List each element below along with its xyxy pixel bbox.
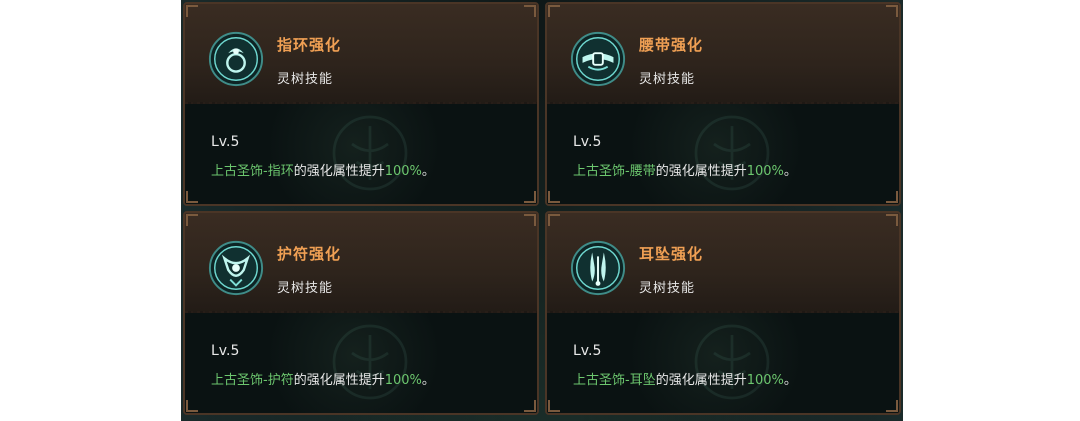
desc-value: 100%	[384, 373, 422, 388]
skill-title: 护符强化	[277, 245, 342, 263]
desc-value: 100%	[746, 164, 784, 179]
amulet-icon	[208, 240, 264, 296]
card-body	[185, 313, 537, 413]
desc-item: 上古圣饰-腰带	[573, 164, 656, 179]
skill-description: 上古圣饰-护符的强化属性提升100%。	[211, 369, 435, 388]
skill-description: 上古圣饰-指环的强化属性提升100%。	[211, 160, 435, 179]
skill-level: Lv.5	[211, 343, 240, 359]
skill-card-earring[interactable]: 耳坠强化 灵树技能 Lv.5 上古圣饰-耳坠的强化属性提升100%。	[545, 211, 901, 415]
desc-value: 100%	[384, 164, 422, 179]
skill-subtitle: 灵树技能	[639, 281, 696, 296]
desc-item: 上古圣饰-指环	[211, 164, 294, 179]
desc-mid: 的强化属性提升	[655, 373, 747, 388]
card-body	[547, 104, 899, 204]
card-body	[185, 104, 537, 204]
desc-mid: 的强化属性提升	[293, 164, 385, 179]
desc-end: 。	[783, 164, 797, 179]
skill-title: 耳坠强化	[639, 245, 704, 263]
tree-watermark-icon	[694, 324, 770, 400]
skill-level: Lv.5	[573, 134, 602, 150]
desc-mid: 的强化属性提升	[655, 164, 747, 179]
tree-watermark-icon	[332, 115, 408, 191]
skill-subtitle: 灵树技能	[277, 281, 334, 296]
desc-end: 。	[783, 373, 797, 388]
skill-description: 上古圣饰-耳坠的强化属性提升100%。	[573, 369, 797, 388]
skill-title: 指环强化	[277, 36, 342, 54]
skill-card-belt[interactable]: 腰带强化 灵树技能 Lv.5 上古圣饰-腰带的强化属性提升100%。	[545, 2, 901, 206]
ring-icon	[208, 31, 264, 87]
desc-item: 上古圣饰-耳坠	[573, 373, 656, 388]
earring-icon	[570, 240, 626, 296]
belt-icon	[570, 31, 626, 87]
tree-watermark-icon	[694, 115, 770, 191]
skill-level: Lv.5	[211, 134, 240, 150]
tree-watermark-icon	[332, 324, 408, 400]
skill-card-amulet[interactable]: 护符强化 灵树技能 Lv.5 上古圣饰-护符的强化属性提升100%。	[183, 211, 539, 415]
desc-end: 。	[421, 164, 435, 179]
skill-subtitle: 灵树技能	[277, 72, 334, 87]
desc-end: 。	[421, 373, 435, 388]
skill-title: 腰带强化	[639, 36, 704, 54]
desc-item: 上古圣饰-护符	[211, 373, 294, 388]
skill-card-ring[interactable]: 指环强化 灵树技能 Lv.5 上古圣饰-指环的强化属性提升100%。	[183, 2, 539, 206]
desc-value: 100%	[746, 373, 784, 388]
skill-subtitle: 灵树技能	[639, 72, 696, 87]
skill-description: 上古圣饰-腰带的强化属性提升100%。	[573, 160, 797, 179]
card-body	[547, 313, 899, 413]
desc-mid: 的强化属性提升	[293, 373, 385, 388]
skill-level: Lv.5	[573, 343, 602, 359]
game-panel: 指环强化 灵树技能 Lv.5 上古圣饰-指环的强化属性提升100%。 腰带强化 …	[181, 0, 903, 421]
